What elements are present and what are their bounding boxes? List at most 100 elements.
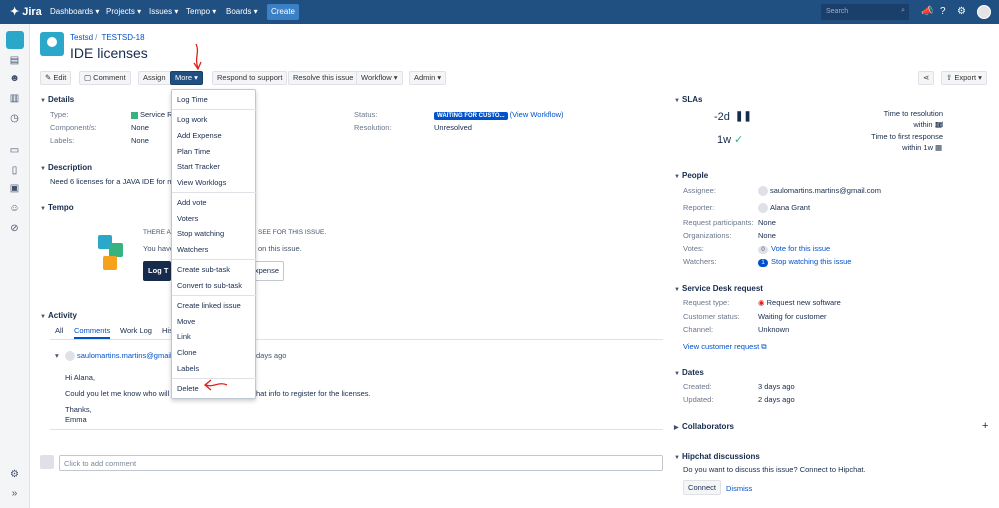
nav-issues[interactable]: Issues ▾ xyxy=(149,7,178,16)
people-icon[interactable]: ☺ xyxy=(8,202,21,215)
assignee-value[interactable]: saulomartins.martins@gmail.com xyxy=(758,186,881,197)
more-button[interactable]: More ▾ xyxy=(170,71,203,85)
collaborators-heading[interactable]: ▶ Collaborators xyxy=(674,422,734,431)
people-heading[interactable]: ▼ People xyxy=(674,171,708,180)
nav-dashboards[interactable]: Dashboards ▾ xyxy=(50,7,99,16)
edit-button[interactable]: ✎ Edit xyxy=(40,71,72,85)
resolve-issue-button[interactable]: Resolve this issue xyxy=(288,71,359,85)
respond-to-support-button[interactable]: Respond to support xyxy=(212,71,288,85)
comment-line: Hi Alana, xyxy=(65,373,96,382)
log-time-button[interactable]: Log T xyxy=(143,261,171,281)
user-avatar[interactable] xyxy=(977,5,991,19)
labels-value[interactable]: None xyxy=(131,136,149,145)
hipchat-connect-button[interactable]: Connect xyxy=(683,480,721,495)
expand-sidebar-icon[interactable]: » xyxy=(8,487,21,500)
share-button[interactable]: ⋖ xyxy=(918,71,935,85)
export-button[interactable]: ⇧ Export ▾ xyxy=(941,71,987,85)
compass-icon[interactable]: ⊘ xyxy=(8,222,21,235)
help-icon[interactable]: ? xyxy=(940,5,946,19)
admin-button[interactable]: Admin ▾ xyxy=(409,71,447,85)
votes-value: 0 Vote for this issue xyxy=(758,244,830,254)
menu-item-plan-time[interactable]: Plan Time xyxy=(177,147,210,156)
description-heading[interactable]: ▼ Description xyxy=(40,163,92,172)
reports-icon[interactable]: ▥ xyxy=(8,92,21,105)
menu-item-create-sub-task[interactable]: Create sub-task xyxy=(177,265,230,274)
add-collaborator-icon[interactable]: + xyxy=(982,420,988,432)
menu-item-link[interactable]: Link xyxy=(177,332,191,341)
workflow-button[interactable]: Workflow ▾ xyxy=(356,71,403,85)
menu-item-voters[interactable]: Voters xyxy=(177,214,198,223)
votes-count-badge: 0 xyxy=(758,246,768,254)
more-actions-dropdown: Log Time Log work Add Expense Plan Time … xyxy=(171,89,257,399)
description-text[interactable]: Need 6 licenses for a JAVA IDE for my xyxy=(50,177,177,186)
hipchat-heading[interactable]: ▼ Hipchat discussions xyxy=(674,452,760,461)
portal-icon[interactable]: ▣ xyxy=(8,182,21,195)
menu-item-labels[interactable]: Labels xyxy=(177,364,199,373)
assign-button[interactable]: Assign xyxy=(138,71,171,85)
menu-item-start-tracker[interactable]: Start Tracker xyxy=(177,162,220,171)
settings-icon[interactable]: ⚙ xyxy=(957,5,966,19)
resolution-value: Unresolved xyxy=(434,123,472,132)
nav-boards[interactable]: Boards ▾ xyxy=(226,7,258,16)
nav-projects[interactable]: Projects ▾ xyxy=(106,7,141,16)
menu-item-view-worklogs[interactable]: View Worklogs xyxy=(177,178,226,187)
tempo-check-icon xyxy=(109,243,123,257)
participants-value[interactable]: None xyxy=(758,218,776,227)
queues-icon[interactable]: ▤ xyxy=(8,54,21,67)
comment-author[interactable]: saulomartins.martins@gmail.co xyxy=(65,351,182,362)
channels-icon[interactable]: ▭ xyxy=(8,144,21,157)
megaphone-icon[interactable]: 📣 xyxy=(921,5,933,19)
stop-watching-link[interactable]: Stop watching this issue xyxy=(771,257,851,266)
issue-title[interactable]: IDE licenses xyxy=(70,45,148,61)
assignee-avatar xyxy=(758,186,768,197)
current-user-avatar xyxy=(40,455,54,469)
comment-button[interactable]: ▢ Comment xyxy=(79,71,131,85)
knowledge-base-icon[interactable]: ▯ xyxy=(8,164,21,177)
view-customer-request-link[interactable]: View customer request ⧉ xyxy=(683,342,767,352)
menu-item-delete[interactable]: Delete xyxy=(177,384,199,393)
slas-heading[interactable]: ▼ SLAs xyxy=(674,95,702,104)
customers-icon[interactable]: ☻ xyxy=(8,72,21,85)
tab-comments[interactable]: Comments xyxy=(74,326,111,339)
sla-response-remaining: 1w xyxy=(717,134,732,146)
activity-heading[interactable]: ▼ Activity xyxy=(40,311,77,320)
menu-item-add-vote[interactable]: Add vote xyxy=(177,198,207,207)
comment-timestamp[interactable]: days ago xyxy=(256,351,286,360)
details-heading[interactable]: ▼ Details xyxy=(40,95,74,104)
menu-item-create-linked-issue[interactable]: Create linked issue xyxy=(177,301,241,310)
collapse-comment-icon[interactable]: ▾ xyxy=(55,351,59,360)
add-comment-field[interactable]: Click to add comment xyxy=(59,455,663,471)
vote-link[interactable]: Vote for this issue xyxy=(771,244,830,253)
sla-icon[interactable]: ◷ xyxy=(8,112,21,125)
request-type-value: ◉ Request new software xyxy=(758,298,841,307)
menu-item-log-time[interactable]: Log Time xyxy=(177,95,208,104)
breadcrumb-project[interactable]: Testsd xyxy=(70,33,93,42)
jira-logo[interactable]: ✦ Jira xyxy=(10,5,42,19)
view-workflow-link[interactable]: (View Workflow) xyxy=(510,110,564,119)
dates-heading[interactable]: ▼ Dates xyxy=(674,368,704,377)
create-button[interactable]: Create xyxy=(267,4,299,20)
project-avatar[interactable] xyxy=(6,31,24,49)
project-settings-icon[interactable]: ⚙ xyxy=(8,468,21,481)
service-desk-heading[interactable]: ▼ Service Desk request xyxy=(674,284,763,293)
watchers-value: 1 Stop watching this issue xyxy=(758,257,851,267)
hipchat-dismiss-link[interactable]: Dismiss xyxy=(726,484,752,493)
sla-response-target: within 1w xyxy=(902,143,933,152)
menu-item-clone[interactable]: Clone xyxy=(177,348,197,357)
menu-item-add-expense[interactable]: Add Expense xyxy=(177,131,222,140)
organizations-value[interactable]: None xyxy=(758,231,776,240)
menu-item-move[interactable]: Move xyxy=(177,317,195,326)
breadcrumb-issue-key[interactable]: TESTSD-18 xyxy=(101,33,144,42)
reporter-value[interactable]: Alana Grant xyxy=(758,203,810,214)
check-icon: ✓ xyxy=(734,134,744,146)
tab-work-log[interactable]: Work Log xyxy=(120,326,152,335)
menu-item-convert-to-sub-task[interactable]: Convert to sub-task xyxy=(177,281,242,290)
nav-tempo[interactable]: Tempo ▾ xyxy=(186,7,216,16)
search-input[interactable]: Search ⌕ xyxy=(821,4,909,20)
menu-item-stop-watching[interactable]: Stop watching xyxy=(177,229,224,238)
project-avatar-large[interactable] xyxy=(40,32,64,56)
tempo-heading[interactable]: ▼ Tempo xyxy=(40,203,74,212)
menu-item-watchers[interactable]: Watchers xyxy=(177,245,208,254)
tab-all[interactable]: All xyxy=(55,326,63,335)
menu-item-log-work[interactable]: Log work xyxy=(177,115,207,124)
